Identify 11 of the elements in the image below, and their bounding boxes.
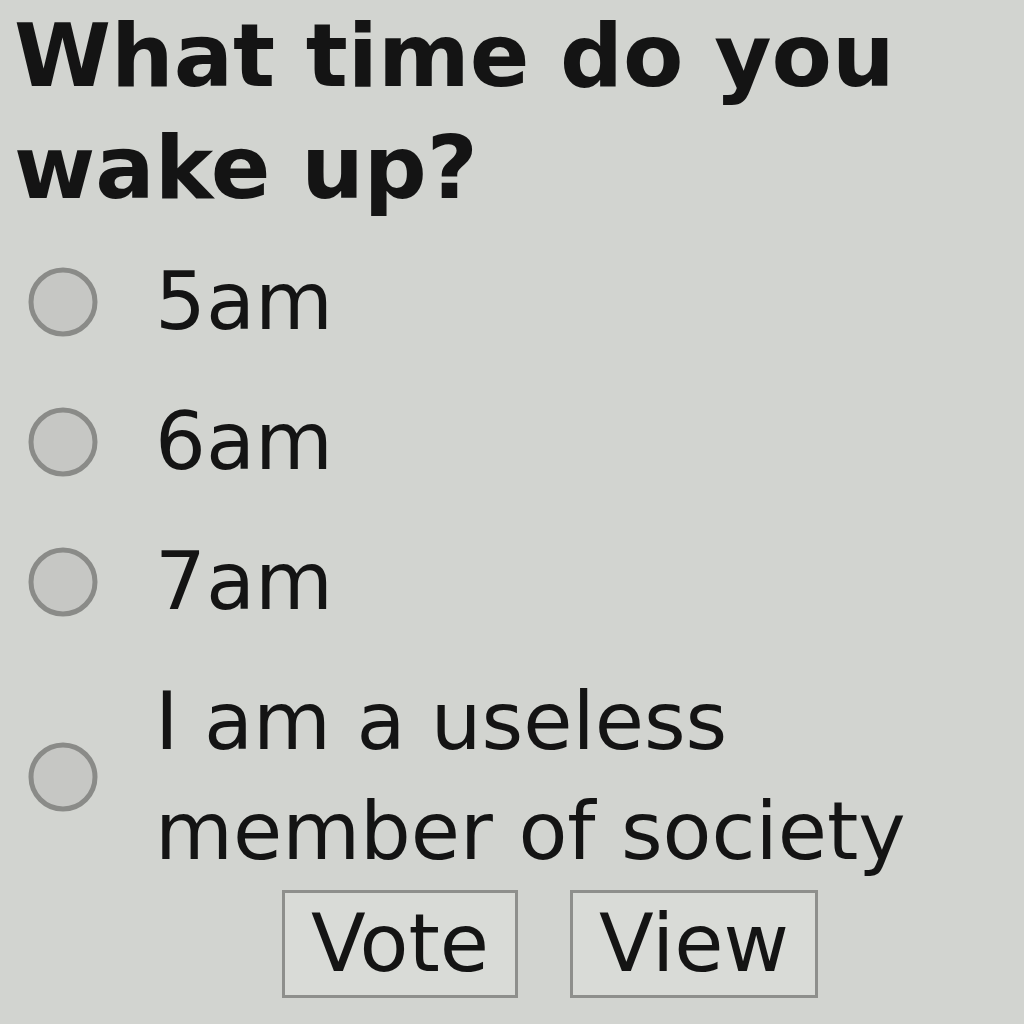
radio-button[interactable] — [28, 407, 98, 477]
radio-button[interactable] — [28, 547, 98, 617]
option-label[interactable]: 5am — [155, 247, 333, 357]
poll-question: What time do you wake up? — [13, 3, 896, 221]
radio-button[interactable] — [28, 267, 98, 337]
option-label[interactable]: 7am — [155, 527, 333, 637]
option-label[interactable]: 6am — [155, 387, 333, 497]
poll-button[interactable]: Vote — [282, 890, 518, 998]
option-label[interactable]: I am a useless member of society — [155, 667, 955, 887]
poll-button[interactable]: View — [570, 890, 818, 998]
radio-button[interactable] — [28, 742, 98, 812]
